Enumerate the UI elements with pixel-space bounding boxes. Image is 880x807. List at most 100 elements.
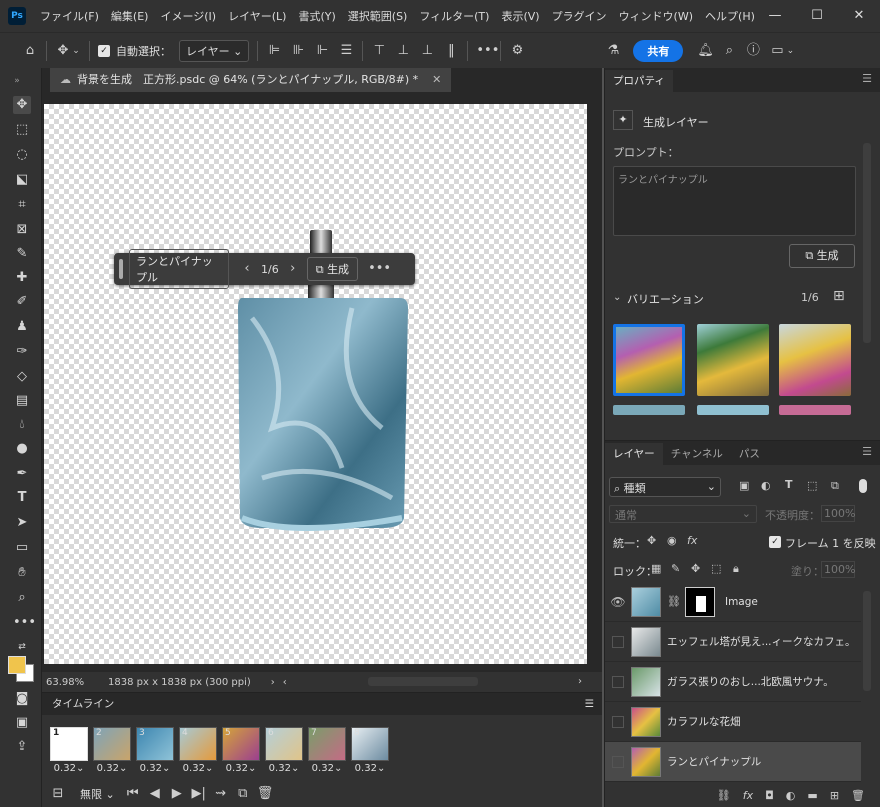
- minimize-icon[interactable]: —: [754, 0, 796, 32]
- layer-row[interactable]: ガラス張りのおし...北欧風サウナ。: [605, 662, 861, 702]
- previous-frame-icon[interactable]: ◀: [147, 786, 163, 802]
- propagate-frame-checkbox[interactable]: ✓: [769, 536, 781, 548]
- search-icon[interactable]: ⌕: [721, 43, 737, 59]
- play-icon[interactable]: ▶: [169, 786, 185, 802]
- menu-view[interactable]: 表示(V): [495, 8, 545, 24]
- chevron-down-icon[interactable]: ⌄: [785, 43, 795, 59]
- workspace-icon[interactable]: ▭: [769, 43, 785, 59]
- unify-position-icon[interactable]: ✥: [647, 534, 656, 547]
- visibility-toggle[interactable]: [612, 715, 624, 728]
- gradient-tool-icon[interactable]: ▤: [13, 392, 31, 410]
- auto-select-target-dropdown[interactable]: レイヤー ⌄: [179, 39, 250, 62]
- zoom-tool-icon[interactable]: ⌕: [13, 589, 31, 607]
- add-mask-icon[interactable]: ◘: [765, 789, 774, 802]
- object-select-tool-icon[interactable]: ⬕: [13, 171, 31, 189]
- distribute-vertical-icon[interactable]: ‖: [443, 43, 459, 59]
- align-bottom-icon[interactable]: ⊥: [419, 43, 435, 59]
- menu-filter[interactable]: フィルター(T): [413, 8, 495, 24]
- lasso-tool-icon[interactable]: ◌: [13, 146, 31, 164]
- grid-view-icon[interactable]: ⊞: [833, 288, 845, 304]
- eyedropper-tool-icon[interactable]: ✎: [13, 245, 31, 263]
- screen-mode-icon[interactable]: ▣: [13, 714, 31, 732]
- frame-duration[interactable]: 0.32⌄: [91, 763, 133, 774]
- vertical-scrollbar[interactable]: [589, 104, 598, 664]
- quick-mask-icon[interactable]: ◙: [13, 690, 31, 708]
- layer-row-selected[interactable]: ランとパイナップル: [605, 742, 861, 782]
- frame-duration[interactable]: 0.32⌄: [349, 763, 391, 774]
- lock-transparency-icon[interactable]: ▦: [651, 562, 661, 575]
- tab-channels[interactable]: チャンネル: [663, 443, 731, 465]
- stamp-tool-icon[interactable]: ♟: [13, 318, 31, 336]
- unify-visibility-icon[interactable]: ◉: [667, 534, 677, 547]
- menu-file[interactable]: ファイル(F): [34, 8, 105, 24]
- layer-mask-thumbnail[interactable]: [684, 586, 715, 617]
- brush-tool-icon[interactable]: ✐: [13, 293, 31, 311]
- path-select-tool-icon[interactable]: ➤: [13, 514, 31, 532]
- lock-artboard-icon[interactable]: ⬚: [711, 562, 721, 575]
- eye-icon[interactable]: 👁︎: [605, 595, 631, 609]
- rectangle-tool-icon[interactable]: ▭: [13, 539, 31, 557]
- variation-thumbnail[interactable]: [779, 405, 851, 415]
- link-layers-icon[interactable]: ⛓: [717, 789, 731, 802]
- menu-select[interactable]: 選択範囲(S): [342, 8, 414, 24]
- panel-menu-icon[interactable]: ☰: [862, 72, 872, 85]
- duplicate-frame-icon[interactable]: ⧉: [235, 786, 251, 802]
- flask-icon[interactable]: ⚗: [605, 43, 621, 59]
- visibility-toggle[interactable]: [612, 755, 624, 768]
- menu-layer[interactable]: レイヤー(L): [222, 8, 292, 24]
- next-frame-icon[interactable]: ▶|: [191, 786, 207, 802]
- variation-thumbnail[interactable]: [613, 405, 685, 415]
- timeline-frame[interactable]: 7: [308, 727, 346, 761]
- pen-tool-icon[interactable]: ✒: [13, 465, 31, 483]
- frame-duration[interactable]: 0.32⌄: [48, 763, 90, 774]
- visibility-toggle[interactable]: [612, 635, 624, 648]
- loop-dropdown[interactable]: 無限 ⌄: [80, 786, 115, 802]
- maximize-icon[interactable]: ☐: [796, 0, 838, 32]
- chevron-down-icon[interactable]: ⌄: [613, 292, 621, 303]
- share-button[interactable]: 共有: [633, 39, 684, 62]
- convert-timeline-icon[interactable]: ⊟: [50, 786, 66, 802]
- align-left-icon[interactable]: ⊫: [266, 43, 282, 59]
- status-arrow-icon[interactable]: ›: [271, 677, 275, 688]
- zoom-level[interactable]: 63.98%: [46, 677, 102, 688]
- new-group-icon[interactable]: ▬: [807, 789, 817, 802]
- tween-icon[interactable]: ⇝: [213, 786, 229, 802]
- opacity-field[interactable]: 100%: [821, 505, 855, 522]
- scroll-left-icon[interactable]: ‹: [283, 677, 287, 688]
- image-filter-icon[interactable]: ▣: [739, 479, 749, 492]
- delete-layer-icon[interactable]: 🗑︎: [851, 789, 865, 802]
- chevron-down-icon[interactable]: ⌄: [71, 43, 81, 59]
- timeline-frame[interactable]: 5: [222, 727, 260, 761]
- menu-window[interactable]: ウィンドウ(W): [613, 8, 699, 24]
- move-tool-icon[interactable]: ✥: [13, 96, 31, 114]
- foreground-color-swatch-top[interactable]: [8, 656, 26, 674]
- document-tab[interactable]: ☁ 背景を生成 正方形.psdc @ 64% (ランとパイナップル, RGB/8…: [50, 68, 452, 92]
- menu-help[interactable]: ヘルプ(H): [699, 8, 761, 24]
- auto-select-checkbox[interactable]: ✓: [98, 44, 110, 57]
- timeline-frame[interactable]: 4: [179, 727, 217, 761]
- type-tool-icon[interactable]: T: [13, 489, 31, 507]
- previous-variation-icon[interactable]: ‹: [239, 261, 255, 277]
- tab-properties[interactable]: プロパティ: [605, 70, 673, 92]
- frame-duration[interactable]: 0.32⌄: [134, 763, 176, 774]
- prompt-textarea[interactable]: ランとパイナップル: [613, 166, 856, 236]
- distribute-icon[interactable]: ☰: [338, 43, 354, 59]
- unify-style-icon[interactable]: fx: [687, 534, 697, 547]
- lock-pixels-icon[interactable]: ✎: [671, 562, 680, 575]
- layer-filter-dropdown[interactable]: ⌕ 種類 ⌄: [609, 477, 721, 497]
- visibility-toggle[interactable]: [612, 675, 624, 688]
- more-options-icon[interactable]: •••: [368, 261, 391, 277]
- align-top-icon[interactable]: ⊤: [371, 43, 387, 59]
- align-middle-icon[interactable]: ⊥: [395, 43, 411, 59]
- close-icon[interactable]: ✕: [838, 0, 880, 32]
- timeline-frame[interactable]: 8: [351, 727, 389, 761]
- crop-tool-icon[interactable]: ⌗: [13, 196, 31, 214]
- variation-thumbnail[interactable]: [697, 324, 769, 396]
- menu-type[interactable]: 書式(Y): [292, 8, 341, 24]
- align-right-icon[interactable]: ⊩: [314, 43, 330, 59]
- menu-edit[interactable]: 編集(E): [105, 8, 155, 24]
- new-layer-icon[interactable]: ⊞: [830, 789, 839, 802]
- scroll-right-icon[interactable]: ›: [578, 676, 582, 687]
- blend-mode-dropdown[interactable]: 通常 ⌄: [609, 505, 757, 523]
- drag-handle[interactable]: [119, 259, 123, 279]
